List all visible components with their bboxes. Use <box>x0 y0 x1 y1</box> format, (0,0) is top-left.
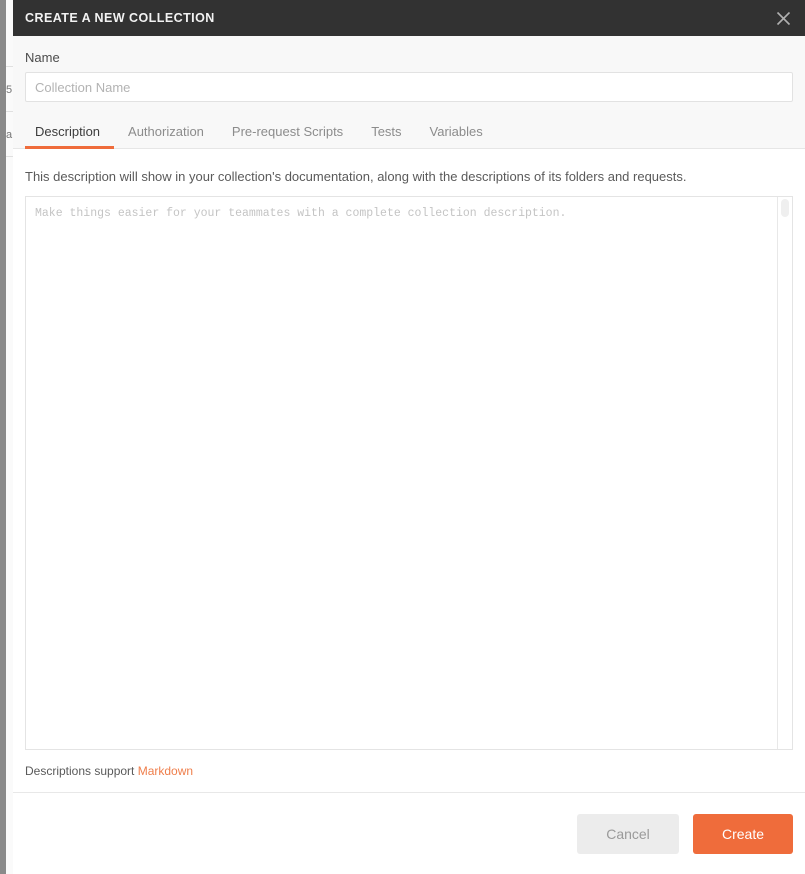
dialog-upper-section: Name Description Authorization Pre-reque… <box>13 36 805 149</box>
close-icon <box>776 11 790 25</box>
tab-description[interactable]: Description <box>25 116 115 149</box>
dialog-body: This description will show in your colle… <box>13 149 805 792</box>
background-row-divider <box>6 66 13 67</box>
description-scrollbar-track[interactable] <box>777 197 792 749</box>
tab-tests[interactable]: Tests <box>357 116 415 148</box>
tab-authorization[interactable]: Authorization <box>114 116 218 148</box>
description-textarea-wrapper <box>25 196 793 750</box>
cancel-button[interactable]: Cancel <box>577 813 679 854</box>
dialog-footer: Cancel Create <box>13 792 805 874</box>
create-button[interactable]: Create <box>693 813 793 854</box>
name-field-block: Name <box>13 36 805 102</box>
tab-pre-request-scripts[interactable]: Pre-request Scripts <box>218 116 357 148</box>
collection-name-input[interactable] <box>25 72 793 102</box>
background-text-fragment: a <box>6 129 13 141</box>
create-collection-dialog: CREATE A NEW COLLECTION Name Description… <box>13 0 805 874</box>
background-row-divider <box>6 156 13 157</box>
markdown-link[interactable]: Markdown <box>138 764 193 778</box>
background-text-fragment: 5: <box>6 84 13 96</box>
dialog-tab-bar: Description Authorization Pre-request Sc… <box>13 116 805 149</box>
description-scrollbar-thumb[interactable] <box>781 199 789 217</box>
markdown-support-note: Descriptions support Markdown <box>25 750 793 792</box>
dialog-header: CREATE A NEW COLLECTION <box>13 0 805 36</box>
close-button[interactable] <box>761 0 805 36</box>
background-row-divider <box>6 111 13 112</box>
tab-variables[interactable]: Variables <box>416 116 497 148</box>
name-field-label: Name <box>25 50 60 65</box>
description-textarea[interactable] <box>26 197 777 749</box>
markdown-note-prefix: Descriptions support <box>25 764 138 778</box>
description-helper-text: This description will show in your colle… <box>25 169 687 184</box>
dialog-title: CREATE A NEW COLLECTION <box>25 11 215 25</box>
